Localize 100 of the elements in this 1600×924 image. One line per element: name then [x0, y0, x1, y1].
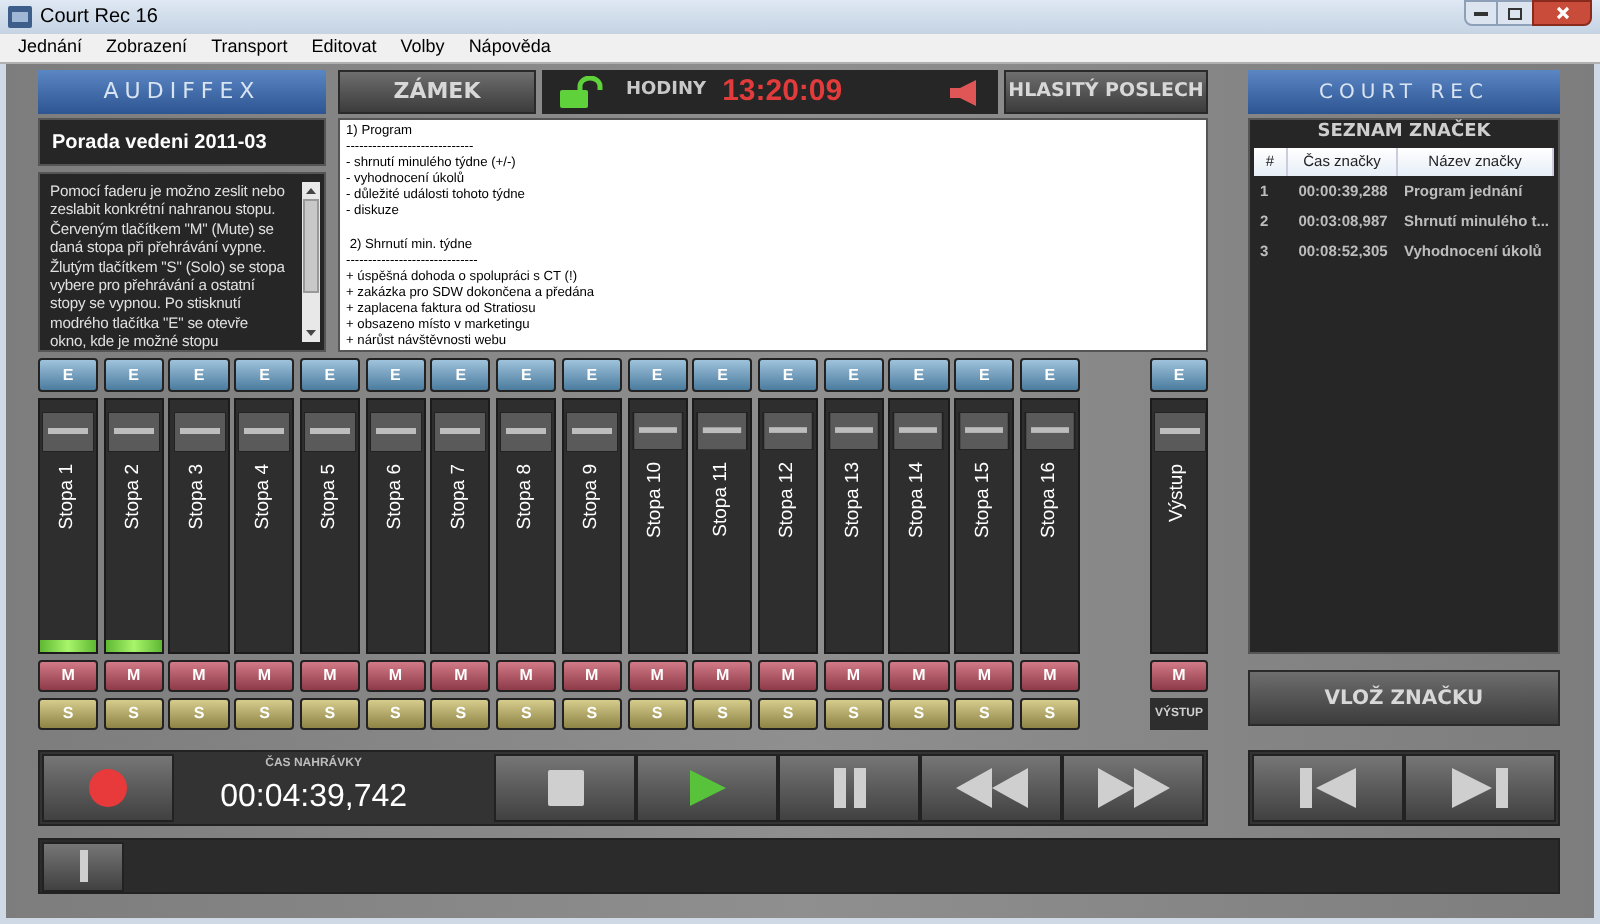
- track-label: Stopa 6: [381, 464, 408, 530]
- marker-list-title: SEZNAM ZNAČEK: [1315, 120, 1493, 146]
- track-label: Stopa 3: [184, 464, 211, 530]
- edit-button[interactable]: E: [1019, 358, 1080, 392]
- edit-button[interactable]: E: [1150, 358, 1208, 392]
- track-label: Stopa 8: [512, 464, 538, 530]
- session-title: Porada vedeni 2011-03: [38, 118, 326, 166]
- solo-button[interactable]: S: [561, 698, 622, 730]
- solo-button[interactable]: S: [692, 698, 753, 730]
- logo: AUDIFFEX: [38, 70, 326, 114]
- mute-button[interactable]: M: [38, 660, 99, 692]
- record-icon: [87, 768, 128, 808]
- edit-button[interactable]: E: [888, 358, 950, 392]
- clock-label: HODINY: [626, 78, 707, 105]
- solo-button[interactable]: S: [103, 698, 164, 730]
- mute-button[interactable]: M: [888, 660, 950, 692]
- solo-button[interactable]: S: [954, 698, 1015, 730]
- maximize-icon: [1508, 7, 1522, 19]
- lock-button[interactable]: ZÁMEK: [338, 70, 536, 114]
- solo-button[interactable]: S: [757, 698, 819, 730]
- mute-button[interactable]: M: [954, 660, 1015, 692]
- mute-button[interactable]: M: [299, 660, 361, 692]
- listen-button[interactable]: HLASITÝ POSLECH: [1004, 70, 1208, 114]
- bar-icon: [79, 850, 87, 882]
- edit-button[interactable]: E: [823, 358, 884, 392]
- menu-item[interactable]: Nápověda: [468, 34, 551, 62]
- stop-button[interactable]: [494, 754, 636, 822]
- edit-button[interactable]: E: [38, 358, 99, 392]
- track-label: Stopa 15: [970, 461, 997, 539]
- stop-icon: [547, 770, 583, 806]
- track-label: Stopa 10: [642, 461, 669, 539]
- mute-button[interactable]: M: [234, 660, 295, 692]
- track-label: Stopa 4: [250, 464, 277, 530]
- play-button[interactable]: [636, 754, 778, 822]
- mute-button[interactable]: M: [627, 660, 688, 692]
- fast-forward-button[interactable]: [1062, 754, 1204, 822]
- insert-marker-button[interactable]: VLOŽ ZNAČKU: [1248, 670, 1560, 726]
- mute-button[interactable]: M: [757, 660, 819, 692]
- edit-button[interactable]: E: [168, 358, 230, 392]
- track-label: Výstup: [1164, 464, 1191, 523]
- track-label: Stopa 14: [904, 461, 931, 539]
- edit-button[interactable]: E: [757, 358, 819, 392]
- rewind-button[interactable]: [920, 754, 1062, 822]
- rewind-icon: [955, 768, 1027, 808]
- play-icon: [687, 768, 727, 808]
- solo-button[interactable]: S: [823, 698, 884, 730]
- mute-button[interactable]: M: [823, 660, 884, 692]
- solo-button[interactable]: S: [496, 698, 557, 730]
- track-label: Stopa 13: [839, 461, 866, 539]
- pause-button[interactable]: [778, 754, 920, 822]
- edit-button[interactable]: E: [954, 358, 1015, 392]
- track-label: Stopa 2: [119, 464, 146, 530]
- mute-button[interactable]: M: [496, 660, 557, 692]
- close-icon: [1555, 6, 1569, 20]
- edit-button[interactable]: E: [627, 358, 688, 392]
- mute-button[interactable]: M: [1019, 660, 1080, 692]
- solo-button[interactable]: S: [168, 698, 230, 730]
- edit-button[interactable]: E: [103, 358, 164, 392]
- next-marker-button[interactable]: [1404, 754, 1556, 822]
- solo-button[interactable]: S: [888, 698, 950, 730]
- menu-item[interactable]: Volby: [400, 34, 445, 62]
- edit-button[interactable]: E: [561, 358, 622, 392]
- solo-button[interactable]: S: [430, 698, 491, 730]
- menu-item[interactable]: Transport: [211, 34, 288, 62]
- mute-button[interactable]: M: [365, 660, 426, 692]
- mute-button[interactable]: M: [692, 660, 753, 692]
- solo-button[interactable]: S: [234, 698, 295, 730]
- close-button[interactable]: [1532, 0, 1592, 26]
- logo: COURT REC: [1248, 70, 1560, 114]
- pause-icon: [831, 768, 867, 808]
- edit-button[interactable]: E: [365, 358, 426, 392]
- maximize-button[interactable]: [1498, 0, 1532, 26]
- toggle-button[interactable]: [42, 841, 124, 891]
- menu-item[interactable]: Jednání: [18, 34, 83, 62]
- record-button[interactable]: [42, 754, 174, 822]
- edit-button[interactable]: E: [430, 358, 491, 392]
- solo-button[interactable]: S: [627, 698, 688, 730]
- app-icon: [8, 6, 32, 28]
- mute-button[interactable]: M: [103, 660, 164, 692]
- fast-forward-icon: [1097, 768, 1169, 808]
- menu-item[interactable]: Zobrazení: [106, 34, 188, 62]
- solo-button[interactable]: S: [299, 698, 361, 730]
- mute-button[interactable]: M: [168, 660, 230, 692]
- track-label: Stopa 12: [773, 461, 800, 539]
- solo-button[interactable]: S: [1019, 698, 1080, 730]
- previous-marker-button[interactable]: [1252, 754, 1404, 822]
- edit-button[interactable]: E: [496, 358, 557, 392]
- menu-item[interactable]: Editovat: [311, 34, 377, 62]
- solo-button[interactable]: S: [38, 698, 99, 730]
- solo-button[interactable]: S: [365, 698, 426, 730]
- edit-button[interactable]: E: [299, 358, 361, 392]
- mute-button[interactable]: M: [430, 660, 491, 692]
- minimize-button[interactable]: [1464, 0, 1498, 26]
- edit-button[interactable]: E: [234, 358, 295, 392]
- track-label: Stopa 5: [315, 464, 342, 530]
- mute-button[interactable]: M: [561, 660, 622, 692]
- track-label: Stopa 1: [53, 464, 80, 530]
- mute-button[interactable]: M: [1150, 660, 1208, 692]
- recording-time: 00:04:39,742: [220, 777, 408, 817]
- edit-button[interactable]: E: [692, 358, 753, 392]
